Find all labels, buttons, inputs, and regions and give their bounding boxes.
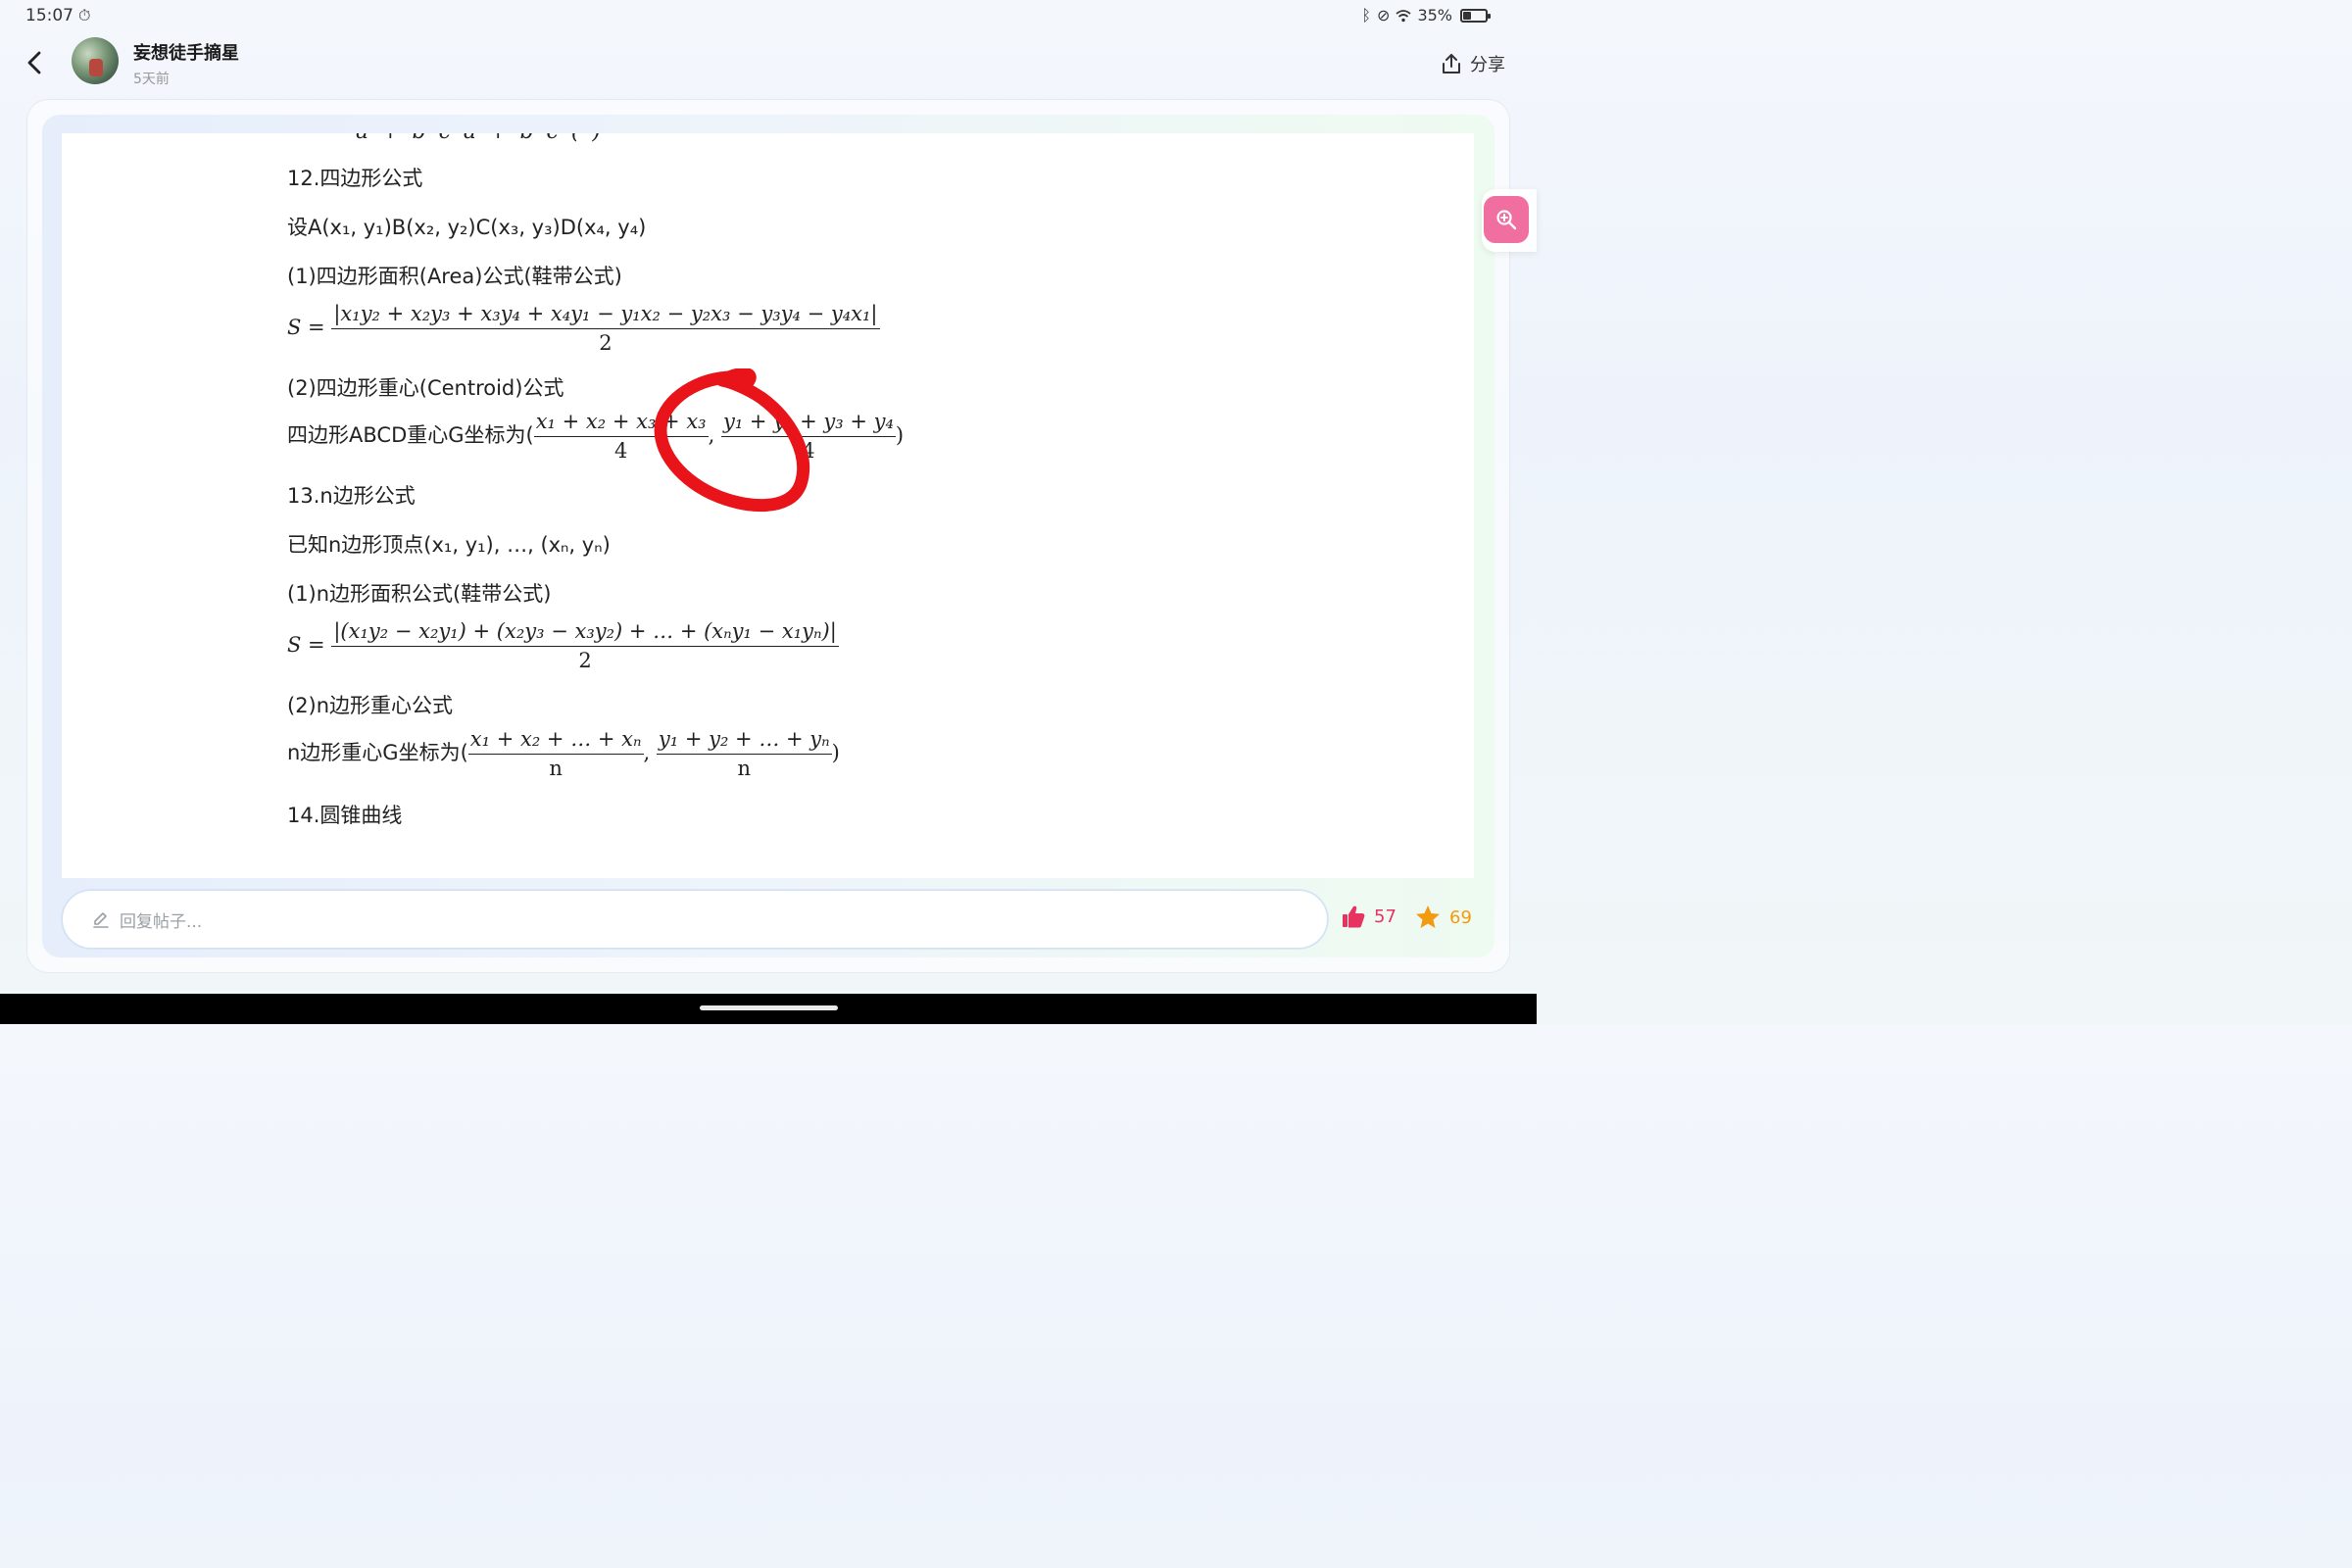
s13-area-formula: S = |(x₁y₂ − x₂y₁) + (x₂y₃ − x₃y₂) + … +… [287,619,839,672]
s12-area-fraction: |x₁y₂ + x₂y₃ + x₃y₄ + x₄y₁ − y₁x₂ − y₂x₃… [331,302,880,355]
timer-icon: ⏱ [78,6,91,24]
cropped-formula-line: a + b c a + b c ( ) [356,133,604,144]
share-button[interactable]: 分享 [1441,51,1505,76]
post-image[interactable]: a + b c a + b c ( ) 12.四边形公式 设A(x₁, y₁)B… [62,133,1474,878]
back-button[interactable] [22,47,49,78]
avatar[interactable] [72,37,119,84]
s13-area-denominator: 2 [578,649,592,672]
s13-centroid-prefix: n边形重心G坐标为( [287,741,468,764]
s12-area-label: (1)四边形面积(Area)公式(鞋带公式) [287,265,622,288]
s12-area-numerator: |x₁y₂ + x₂y₃ + x₃y₄ + x₄y₁ − y₁x₂ − y₂x₃… [331,302,880,329]
s13-area-lhs: S = [287,633,325,657]
s13-centroid-formula: n边形重心G坐标为( x₁ + x₂ + … + xₙ n , y₁ + y₂ … [287,727,840,780]
section-14-title: 14.圆锥曲线 [287,804,403,827]
home-indicator[interactable] [700,1005,838,1010]
s13-area-label: (1)n边形面积公式(鞋带公式) [287,582,552,606]
battery-percent: 35% [1417,6,1452,24]
s13-cx-fraction: x₁ + x₂ + … + xₙ n [467,727,644,780]
reply-input[interactable]: 回复帖子... [62,890,1328,949]
favorite-button[interactable]: 69 [1414,904,1472,931]
chevron-left-icon [27,51,41,74]
s13-area-numerator: |(x₁y₂ − x₂y₁) + (x₂y₃ − x₃y₂) + … + (xₙ… [331,619,839,647]
s12-centroid-label: (2)四边形重心(Centroid)公式 [287,376,564,400]
share-icon [1443,54,1460,74]
thumbs-up-icon [1343,906,1365,928]
s12-area-formula: S = |x₁y₂ + x₂y₃ + x₃y₄ + x₄y₁ − y₁x₂ − … [287,302,880,355]
red-circle-annotation [654,368,810,513]
favorite-count: 69 [1449,906,1472,928]
status-bar: 15:07 ⏱ ᛒ ⊘ 35% [0,0,1537,31]
pencil-icon [93,912,109,928]
status-indicators: ᛒ ⊘ 35% [1361,6,1491,24]
status-time: 15:07 [25,6,74,25]
s12-centroid-prefix: 四边形ABCD重心G坐标为( [287,423,534,447]
s13-cx-denominator: n [549,757,563,780]
share-label: 分享 [1470,55,1505,75]
wifi-icon [1396,9,1412,22]
s13-vertices: 已知n边形顶点(x₁, y₁), …, (xₙ, yₙ) [287,533,611,557]
zoom-in-icon [1496,210,1517,230]
zoom-button[interactable] [1484,196,1529,243]
do-not-disturb-icon: ⊘ [1377,6,1391,24]
section-12-title: 12.四边形公式 [287,167,423,190]
s13-centroid-label: (2)n边形重心公式 [287,694,454,717]
s13-cx-numerator: x₁ + x₂ + … + xₙ [467,727,644,755]
s13-cy-fraction: y₁ + y₂ + … + yₙ n [656,727,832,780]
battery-icon [1460,8,1491,23]
s13-area-fraction: |(x₁y₂ − x₂y₁) + (x₂y₃ − x₃y₂) + … + (xₙ… [331,619,839,672]
bluetooth-icon: ᛒ [1361,6,1372,24]
s12-vertices: 设A(x₁, y₁)B(x₂, y₂)C(x₃, y₃)D(x₄, y₄) [287,216,647,239]
s12-area-denominator: 2 [599,331,612,355]
post-time: 5天前 [133,72,170,87]
username[interactable]: 妄想徒手摘星 [133,39,239,65]
s13-cy-numerator: y₁ + y₂ + … + yₙ [656,727,832,755]
star-icon [1416,906,1440,928]
s13-cy-denominator: n [737,757,752,780]
section-13-title: 13.n边形公式 [287,484,416,508]
s12-area-lhs: S = [287,316,325,339]
like-count: 57 [1374,906,1396,927]
reply-placeholder: 回复帖子... [120,911,203,932]
like-button[interactable]: 57 [1341,904,1396,929]
